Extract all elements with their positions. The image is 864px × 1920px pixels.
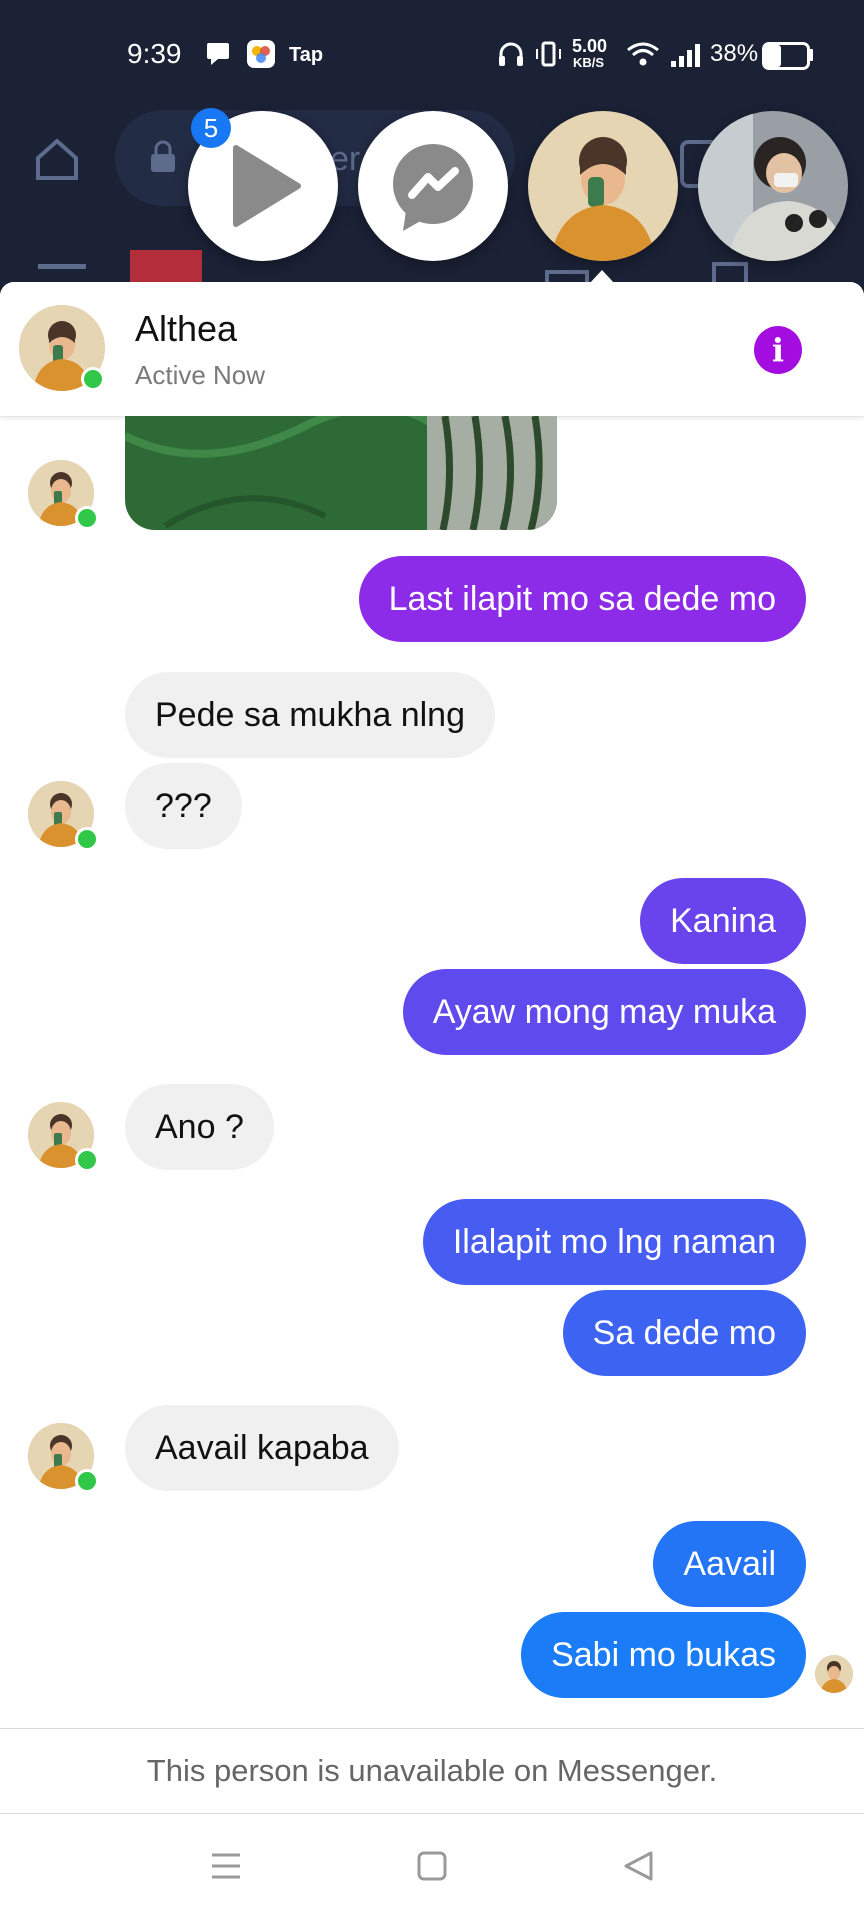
network-speed-value: 5.00 [572,36,608,56]
chat-header: Althea Active Now i [0,282,864,417]
battery-icon [762,42,810,70]
battery-fill [765,45,781,67]
contact-name[interactable]: Althea [135,308,237,350]
online-indicator [75,1148,99,1172]
video-badge-count: 5 [191,108,231,148]
message-bubble-outgoing[interactable]: Ilalapit mo lng naman [422,1199,806,1285]
messenger-icon [393,144,473,231]
home-icon [36,138,78,180]
status-time: 9:39 [127,38,182,69]
message-bubble-outgoing[interactable]: Sa dede mo [562,1290,806,1376]
battery-percent: 38% [710,40,759,67]
photos-app-icon [247,40,275,68]
seen-receipt-avatar [815,1655,853,1693]
battery-tip [809,49,813,61]
headphones-icon [499,42,523,66]
system-nav-bar [0,1814,864,1920]
message-bubble-incoming[interactable]: Aavail kapaba [125,1405,399,1491]
photo-message-image [125,416,557,530]
message-bubble-outgoing[interactable]: Last ilapit mo sa dede mo [358,556,806,642]
back-triangle-icon[interactable] [623,1850,653,1882]
althea-head[interactable] [528,111,678,261]
unavailable-notice-bar: This person is unavailable on Messenger. [0,1728,864,1814]
contact-status: Active Now [135,360,266,390]
online-indicator [75,827,99,851]
online-indicator [81,367,105,391]
recent-apps-icon[interactable] [210,1851,242,1881]
message-bubble-outgoing[interactable]: Sabi mo bukas [521,1612,806,1698]
messenger-head[interactable] [358,111,508,261]
notification-app-label: Tap [289,44,324,66]
vibrate-icon [536,41,561,67]
photo-message[interactable] [125,416,557,530]
signal-icon [671,44,700,67]
other-contact-avatar-image [698,111,848,261]
menu-icon [38,264,86,269]
lock-icon [151,140,175,172]
wifi-icon [627,42,659,66]
althea-avatar-image [528,111,678,261]
message-bubble-incoming[interactable]: ??? [125,763,242,849]
message-bubble-incoming[interactable]: Ano ? [125,1084,274,1170]
status-bar: 9:39 Tap 5.00 KB/S 38% [0,0,864,110]
message-bubble-outgoing[interactable]: Ayaw mong may muka [402,969,806,1055]
info-button[interactable]: i [754,326,802,374]
network-speed-unit: KB/S [573,55,605,70]
other-contact-head[interactable] [698,111,848,261]
message-bubble-incoming[interactable]: Pede sa mukha nlng [125,672,495,758]
message-icon [207,43,229,65]
active-head-pointer [589,270,615,284]
home-square-icon[interactable] [417,1851,447,1881]
unavailable-notice-text: This person is unavailable on Messenger. [146,1753,718,1788]
online-indicator [75,1469,99,1493]
online-indicator [75,506,99,530]
message-bubble-outgoing[interactable]: Aavail [653,1521,806,1607]
message-bubble-outgoing[interactable]: Kanina [640,878,806,964]
